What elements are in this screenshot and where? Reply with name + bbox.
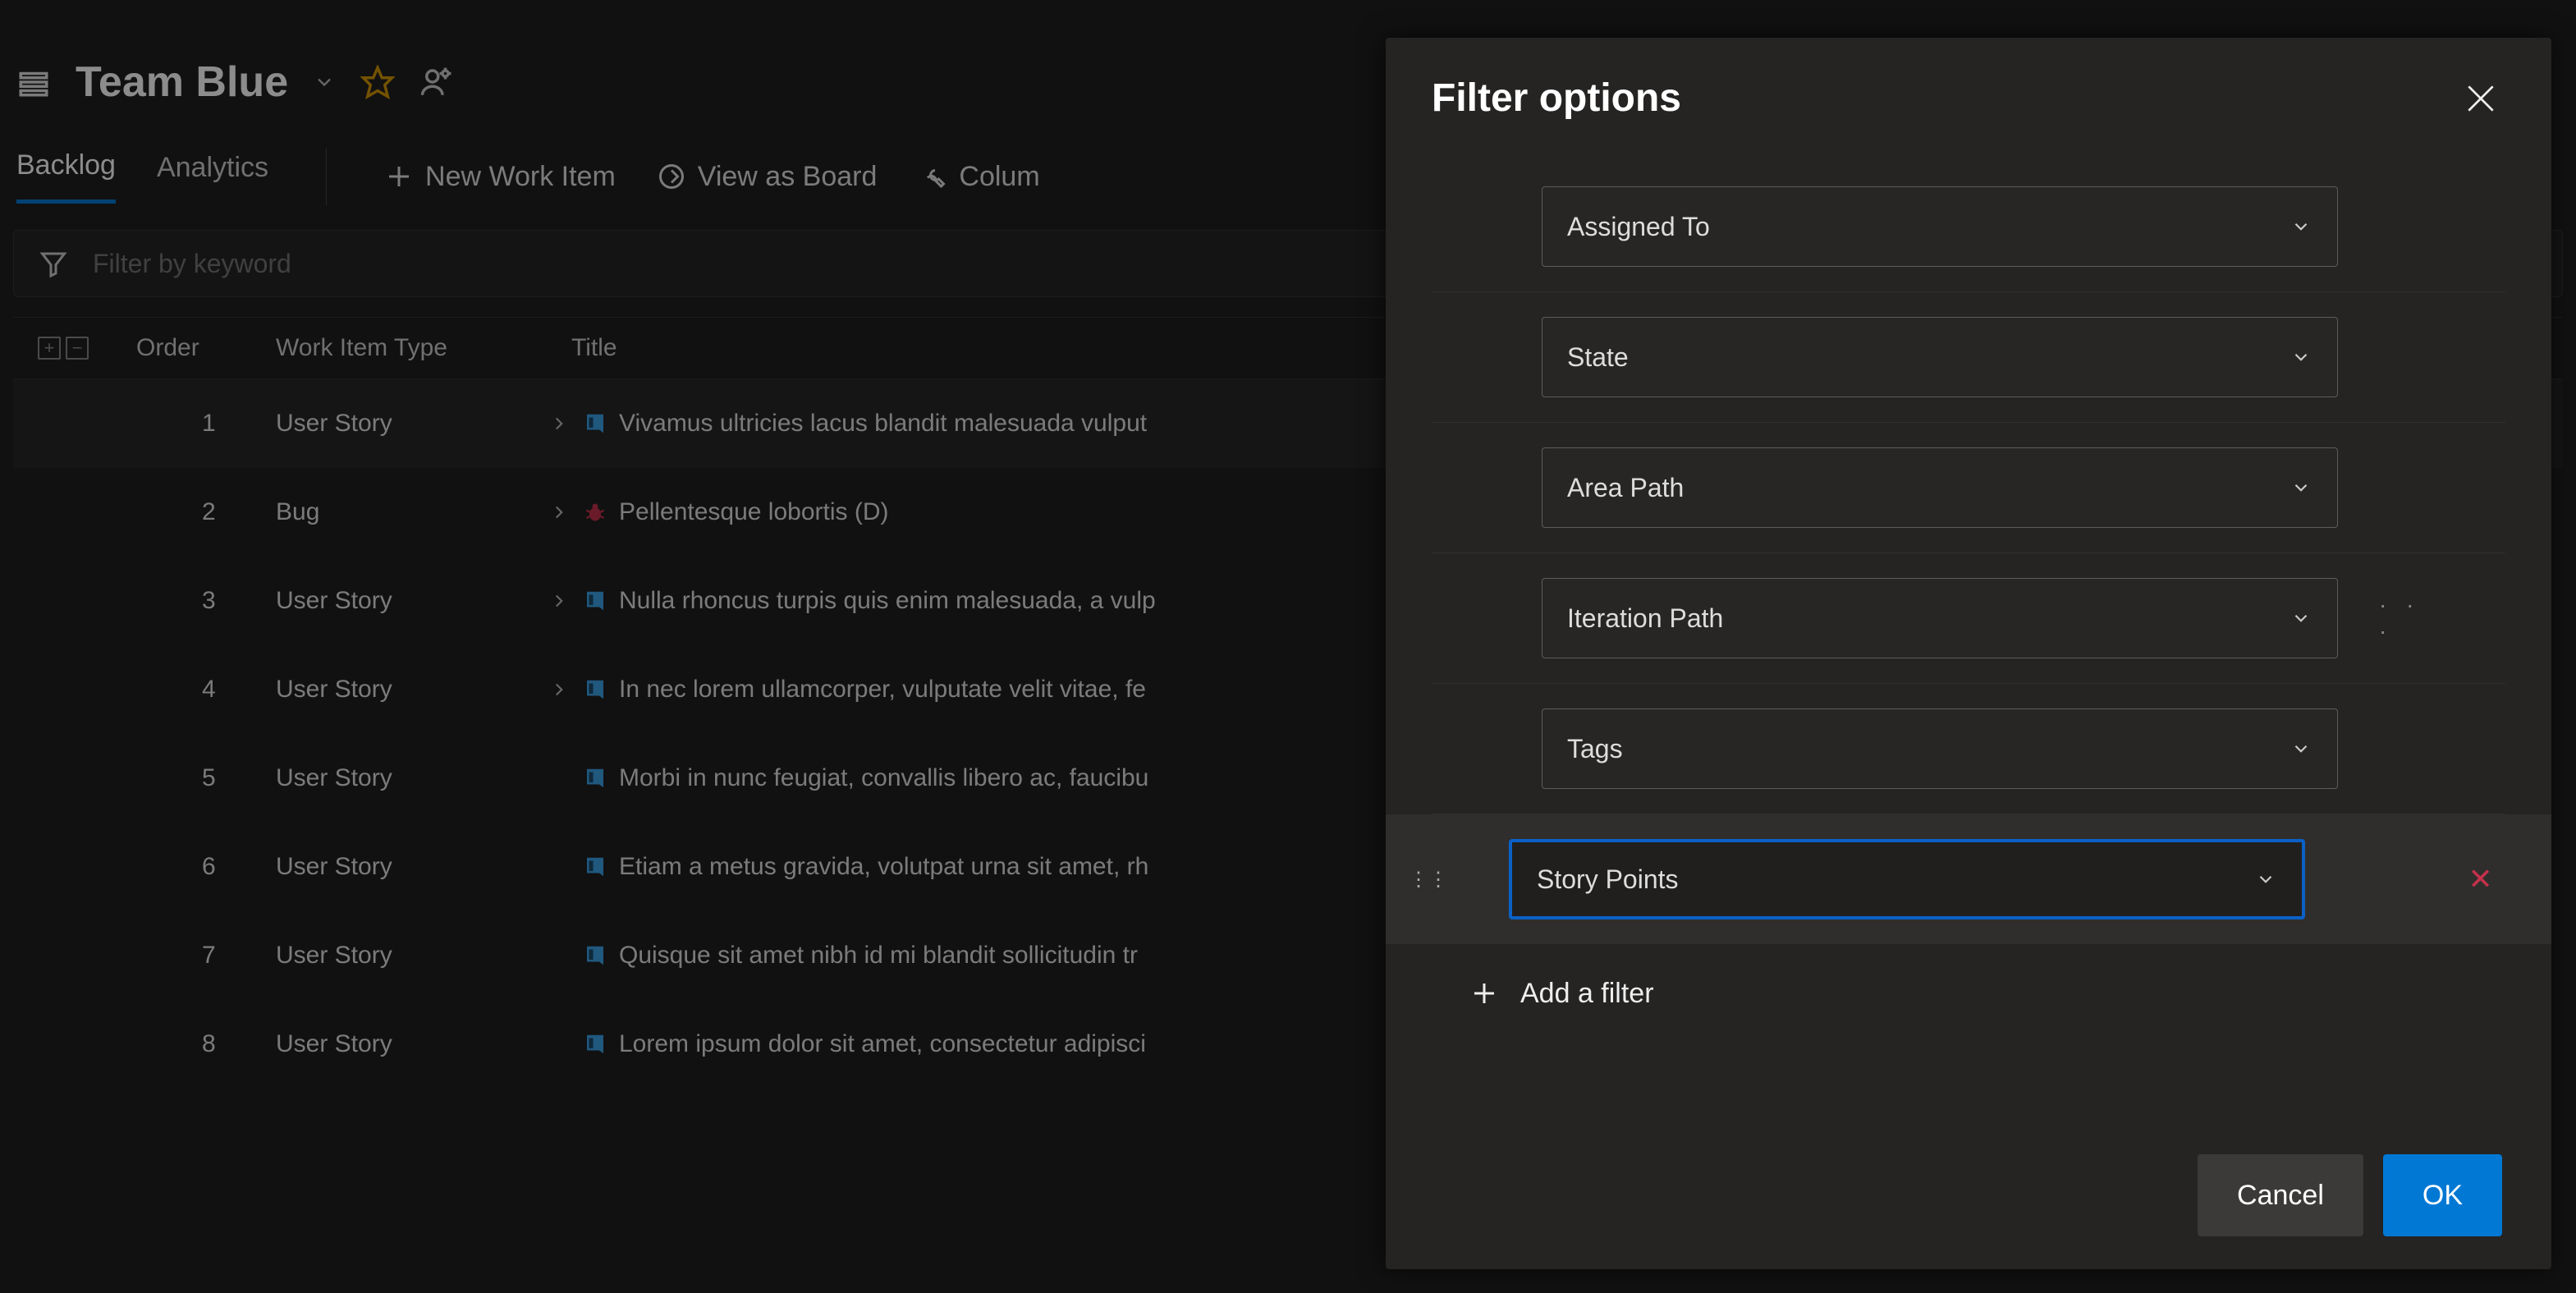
- cell-type: User Story: [276, 764, 547, 792]
- chevron-right-icon[interactable]: [547, 411, 571, 436]
- chevron-right-icon[interactable]: [547, 677, 571, 702]
- cell-type: Bug: [276, 498, 547, 526]
- arrow-circle-icon: [657, 162, 686, 191]
- tab-backlog[interactable]: Backlog: [16, 149, 116, 204]
- work-item-title[interactable]: In nec lorem ullamcorper, vulputate veli…: [619, 676, 1146, 704]
- column-options-button[interactable]: Colum: [918, 161, 1039, 193]
- new-work-item-button[interactable]: New Work Item: [384, 161, 616, 193]
- cell-order: 3: [136, 587, 276, 615]
- cell-order: 8: [136, 1030, 276, 1058]
- cell-order: 4: [136, 676, 276, 704]
- cell-type: User Story: [276, 410, 547, 438]
- user-story-icon: [583, 855, 607, 879]
- cell-order: 2: [136, 498, 276, 526]
- cancel-button[interactable]: Cancel: [2198, 1154, 2363, 1236]
- panel-body[interactable]: ⋮⋮Assigned To· · ·✕⋮⋮State· · ·✕⋮⋮Area P…: [1386, 145, 2551, 1133]
- cell-type: User Story: [276, 1030, 547, 1058]
- view-as-board-button[interactable]: View as Board: [657, 161, 878, 193]
- team-name[interactable]: Team Blue: [76, 57, 288, 107]
- work-item-title[interactable]: Pellentesque lobortis (D): [619, 498, 889, 526]
- filter-field-label: Iteration Path: [1567, 603, 1723, 634]
- chevron-right-icon[interactable]: [547, 500, 571, 525]
- cell-type: User Story: [276, 853, 547, 881]
- filter-row: ⋮⋮Assigned To· · ·✕: [1432, 162, 2505, 292]
- work-item-title[interactable]: Lorem ipsum dolor sit amet, consectetur …: [619, 1030, 1146, 1058]
- panel-footer: Cancel OK: [1386, 1133, 2551, 1269]
- filter-row: ⋮⋮State· · ·✕: [1432, 292, 2505, 423]
- expand-all-button[interactable]: +: [38, 337, 61, 360]
- user-story-icon: [583, 677, 607, 702]
- cell-order: 6: [136, 853, 276, 881]
- filter-row: ⋮⋮Story Points· · ·✕: [1386, 814, 2551, 944]
- filter-options-panel: Filter options ⋮⋮Assigned To· · ·✕⋮⋮Stat…: [1386, 38, 2551, 1269]
- filter-row: ⋮⋮Area Path· · ·✕: [1432, 423, 2505, 553]
- remove-filter-button[interactable]: ✕: [2464, 863, 2497, 896]
- user-story-icon: [583, 411, 607, 436]
- tab-analytics[interactable]: Analytics: [157, 152, 268, 202]
- people-icon[interactable]: [419, 65, 454, 99]
- filter-field-label: Tags: [1567, 734, 1623, 764]
- panel-title: Filter options: [1432, 76, 1681, 121]
- add-filter-label: Add a filter: [1520, 978, 1654, 1010]
- cell-order: 5: [136, 764, 276, 792]
- cell-order: 7: [136, 942, 276, 970]
- user-story-icon: [583, 1032, 607, 1057]
- filter-field-label: State: [1567, 342, 1629, 373]
- work-item-title[interactable]: Etiam a metus gravida, volutpat urna sit…: [619, 853, 1148, 881]
- chevron-down-icon: [2290, 607, 2312, 630]
- more-dots-icon: · · ·: [2379, 592, 2432, 644]
- filter-field-select[interactable]: State: [1542, 317, 2338, 397]
- filter-field-label: Story Points: [1537, 864, 1679, 895]
- chevron-down-icon: [2290, 476, 2312, 499]
- cell-type: User Story: [276, 587, 547, 615]
- expand-collapse-toggles: + −: [38, 337, 136, 360]
- user-story-icon: [583, 943, 607, 968]
- add-filter-button[interactable]: Add a filter: [1432, 944, 2505, 1034]
- filter-row: ⋮⋮Tags· · ·✕: [1432, 684, 2505, 814]
- chevron-down-icon: [2254, 868, 2277, 891]
- work-item-title[interactable]: Morbi in nunc feugiat, convallis libero …: [619, 764, 1148, 792]
- chevron-down-icon[interactable]: [313, 71, 336, 94]
- bug-icon: [583, 500, 607, 525]
- funnel-icon: [39, 249, 68, 278]
- view-as-board-label: View as Board: [698, 161, 878, 193]
- col-type[interactable]: Work Item Type: [276, 334, 571, 362]
- filter-field-select[interactable]: Assigned To: [1542, 186, 2338, 267]
- work-item-title[interactable]: Quisque sit amet nibh id mi blandit soll…: [619, 942, 1138, 970]
- collapse-all-button[interactable]: −: [66, 337, 89, 360]
- work-item-title[interactable]: Vivamus ultricies lacus blandit malesuad…: [619, 410, 1147, 438]
- new-work-item-label: New Work Item: [425, 161, 616, 193]
- filter-field-label: Area Path: [1567, 473, 1684, 503]
- cell-type: User Story: [276, 676, 547, 704]
- filter-field-select[interactable]: Tags: [1542, 708, 2338, 789]
- plus-icon: [384, 162, 414, 191]
- filter-field-label: Assigned To: [1567, 212, 1710, 242]
- work-item-title[interactable]: Nulla rhoncus turpis quis enim malesuada…: [619, 587, 1156, 615]
- column-options-label: Colum: [959, 161, 1039, 193]
- drag-handle-icon[interactable]: ⋮⋮: [1409, 868, 1442, 892]
- chevron-down-icon: [2290, 737, 2312, 760]
- cell-type: User Story: [276, 942, 547, 970]
- user-story-icon: [583, 766, 607, 791]
- filter-field-select[interactable]: Area Path: [1542, 447, 2338, 528]
- filter-field-select[interactable]: Story Points: [1509, 839, 2305, 919]
- user-story-icon: [583, 589, 607, 613]
- filter-field-select[interactable]: Iteration Path: [1542, 578, 2338, 658]
- star-icon[interactable]: [360, 65, 395, 99]
- chevron-right-icon[interactable]: [547, 589, 571, 613]
- filter-row: ⋮⋮Iteration Path· · ·✕: [1432, 553, 2505, 684]
- divider: [326, 148, 327, 205]
- chevron-down-icon: [2290, 346, 2312, 369]
- plus-icon: [1468, 977, 1501, 1010]
- col-order[interactable]: Order: [136, 334, 276, 362]
- chevron-down-icon: [2290, 215, 2312, 238]
- backlog-icon: [16, 65, 51, 99]
- panel-header: Filter options: [1386, 38, 2551, 145]
- wrench-icon: [918, 162, 947, 191]
- close-button[interactable]: [2459, 77, 2502, 120]
- ok-button[interactable]: OK: [2383, 1154, 2502, 1236]
- cell-order: 1: [136, 410, 276, 438]
